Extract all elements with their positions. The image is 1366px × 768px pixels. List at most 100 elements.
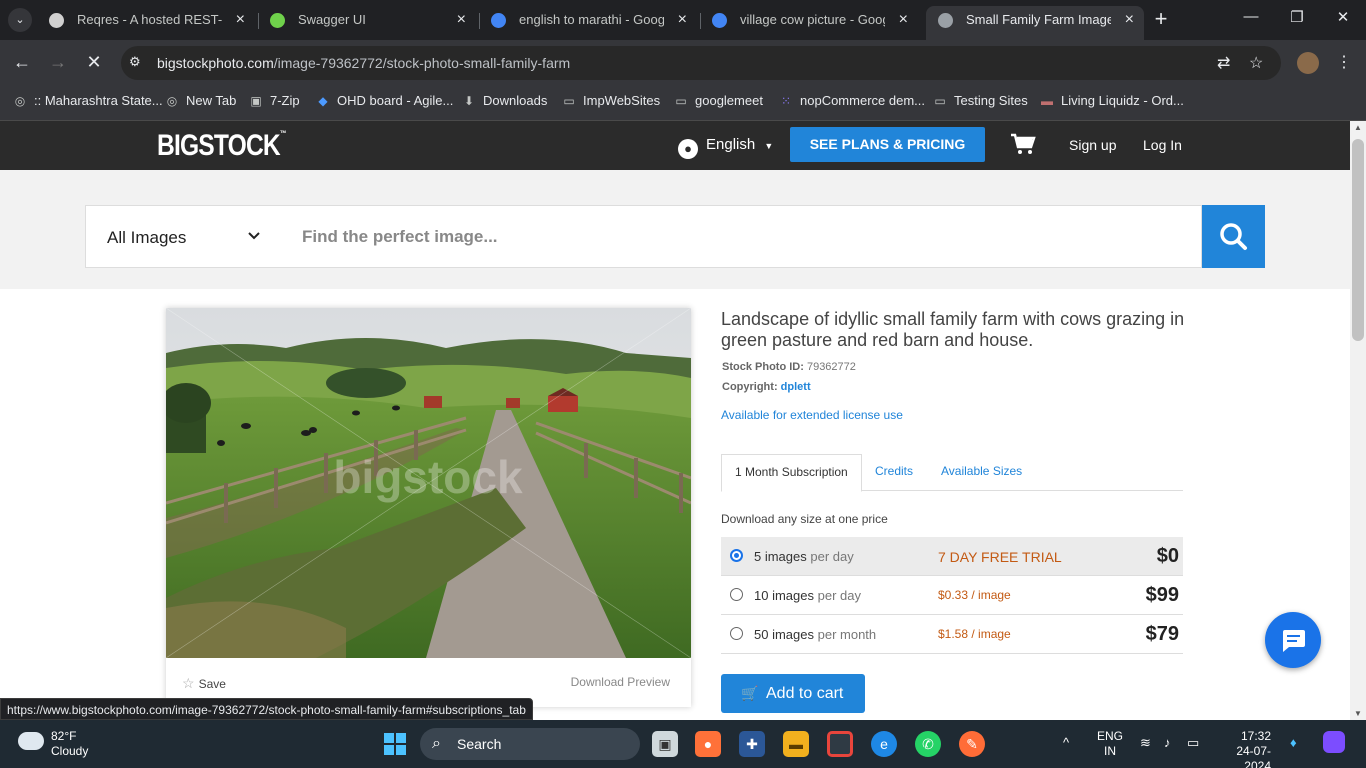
plan-option-10-per-day[interactable]: 10 images per day $0.33 / image $99: [721, 576, 1183, 615]
url-text[interactable]: bigstockphoto.com/image-79362772/stock-p…: [157, 55, 570, 71]
battery-icon[interactable]: ▭: [1187, 735, 1199, 751]
wifi-icon[interactable]: ≋: [1140, 735, 1151, 751]
volume-icon[interactable]: ♪: [1164, 735, 1171, 750]
close-icon[interactable]: ×: [678, 6, 687, 34]
close-icon[interactable]: ×: [457, 6, 466, 34]
tab-credits[interactable]: Credits: [862, 454, 926, 491]
weather-widget[interactable]: 82°F Cloudy: [51, 729, 88, 759]
plan-radio[interactable]: [730, 549, 743, 562]
bookmarks-bar: ◎:: Maharashtra State... ◎ New Tab ▣ 7-Zip…: [0, 86, 1366, 121]
more-menu-icon[interactable]: ⋮: [1336, 52, 1352, 72]
plan-radio[interactable]: [730, 627, 743, 640]
sign-up-link[interactable]: Sign up: [1069, 137, 1116, 153]
windows-start-icon[interactable]: [384, 733, 406, 755]
bookmark-item[interactable]: ◎:: Maharashtra State...: [12, 93, 163, 108]
bookmark-star-icon[interactable]: ☆: [1249, 53, 1263, 73]
show-hidden-icons[interactable]: ^: [1063, 735, 1069, 750]
site-info-icon[interactable]: ⚙: [129, 54, 141, 70]
tab-swagger[interactable]: Swagger UI ×: [258, 6, 476, 36]
input-language[interactable]: ENG IN: [1097, 729, 1123, 759]
bookmark-item[interactable]: ▭ ImpWebSites: [561, 93, 660, 108]
browser-toolbar: ← → ✕ ⚙ bigstockphoto.com/image-79362772…: [0, 40, 1366, 86]
app-plus-icon[interactable]: ✚: [739, 731, 765, 757]
extended-license-link[interactable]: Available for extended license use: [721, 408, 903, 422]
tab-google-marathi[interactable]: english to marathi - Google ×: [479, 6, 697, 36]
image-type-dropdown[interactable]: All Images: [85, 205, 282, 268]
language-selector[interactable]: ● English ▼: [678, 136, 773, 159]
swagger-favicon-icon: [270, 13, 285, 28]
bookmark-label: OHD board - Agile...: [337, 93, 454, 108]
plan-radio[interactable]: [730, 588, 743, 601]
bookmark-item[interactable]: ◎ New Tab: [164, 93, 237, 108]
system-clock[interactable]: 17:32 24-07-2024: [1219, 729, 1271, 768]
file-explorer-icon[interactable]: ▬: [783, 731, 809, 757]
chrome-icon[interactable]: [827, 731, 853, 757]
stock-photo-farm[interactable]: bigstock: [166, 308, 691, 658]
link-status-bubble: https://www.bigstockphoto.com/image-7936…: [0, 698, 533, 720]
folder-icon: ▭: [675, 94, 687, 108]
taskbar-search[interactable]: ⌕ Search: [420, 728, 640, 760]
any-size-note: Download any size at one price: [721, 512, 888, 526]
address-bar[interactable]: ⚙ bigstockphoto.com/image-79362772/stock…: [121, 46, 1281, 80]
tab-reqres[interactable]: Reqres - A hosted REST-API ×: [37, 6, 255, 36]
cloud-icon[interactable]: [18, 732, 44, 750]
add-to-cart-button[interactable]: 🛒 Add to cart: [721, 674, 865, 713]
plan-option-5-per-day[interactable]: 5 images per day 7 DAY FREE TRIAL $0: [721, 537, 1183, 576]
chat-button[interactable]: [1265, 612, 1321, 668]
save-button[interactable]: ☆ Save: [182, 675, 226, 692]
tab-search-icon[interactable]: ⌄: [8, 8, 32, 32]
search-icon: [1220, 223, 1247, 250]
plan-rate: $1.58 / image: [938, 627, 1011, 641]
cart-icon[interactable]: [1010, 133, 1036, 161]
bigstock-logo[interactable]: BIGSTOCK™: [157, 129, 286, 163]
plan-option-50-per-month[interactable]: 50 images per month $1.58 / image $79: [721, 615, 1183, 654]
tab-available-sizes[interactable]: Available Sizes: [928, 454, 1035, 491]
bookmark-item[interactable]: ▭ googlemeet: [673, 93, 763, 108]
new-tab-icon[interactable]: +: [1150, 6, 1172, 32]
tab-title: Small Family Farm Image & Ph: [966, 12, 1111, 27]
scroll-down-icon[interactable]: ▼: [1354, 709, 1362, 718]
page-scrollbar[interactable]: ▲ ▼: [1350, 121, 1366, 720]
bookmark-item[interactable]: ▬ Living Liquidz - Ord...: [1039, 93, 1184, 108]
profile-avatar[interactable]: [1297, 52, 1319, 74]
stop-loading-icon[interactable]: ✕: [82, 52, 106, 73]
search-icon: ⌕: [432, 735, 441, 752]
bookmark-item[interactable]: ▣ 7-Zip: [248, 93, 299, 108]
postman-icon[interactable]: ✎: [959, 731, 985, 757]
minimize-icon[interactable]: —: [1241, 8, 1261, 25]
back-icon[interactable]: ←: [10, 52, 34, 73]
copilot-icon[interactable]: [1323, 731, 1345, 753]
scrollbar-thumb[interactable]: [1352, 139, 1364, 341]
pricing-tabs: 1 Month Subscription Credits Available S…: [721, 454, 1183, 492]
bookmark-item[interactable]: ⬇ Downloads: [461, 93, 547, 108]
close-icon[interactable]: ×: [1125, 6, 1134, 34]
see-plans-button[interactable]: SEE PLANS & PRICING: [790, 127, 985, 162]
translate-icon[interactable]: ⇄: [1217, 53, 1230, 73]
scroll-up-icon[interactable]: ▲: [1354, 123, 1362, 132]
copyright-link[interactable]: dplett: [781, 381, 811, 393]
restore-icon[interactable]: ❐: [1287, 8, 1307, 26]
bookmark-item[interactable]: ⁙ nopCommerce dem...: [778, 93, 925, 108]
windows-taskbar: 82°F Cloudy ⌕ Search ▣ ● ✚ ▬ e ✆ ✎ ^ ENG IN…: [0, 720, 1366, 768]
plan-period: per day: [810, 549, 854, 564]
close-window-icon[interactable]: ✕: [1333, 8, 1353, 26]
save-label: Save: [198, 677, 226, 691]
edge-icon[interactable]: e: [871, 731, 897, 757]
firefox-icon[interactable]: ●: [695, 731, 721, 757]
bookmark-item[interactable]: ◆ OHD board - Agile...: [315, 93, 453, 108]
search-input[interactable]: [281, 205, 1202, 268]
whatsapp-icon[interactable]: ✆: [915, 731, 941, 757]
close-icon[interactable]: ×: [899, 6, 908, 34]
tab-bigstock-active[interactable]: Small Family Farm Image & Ph ×: [926, 6, 1144, 40]
search-button[interactable]: [1202, 205, 1265, 268]
tab-google-cow[interactable]: village cow picture - Google ×: [700, 6, 918, 36]
bookmark-item[interactable]: ▭ Testing Sites: [932, 93, 1027, 108]
log-in-link[interactable]: Log In: [1143, 137, 1182, 153]
task-view-icon[interactable]: ▣: [652, 731, 678, 757]
tab-1-month-subscription[interactable]: 1 Month Subscription: [721, 454, 862, 492]
forward-icon[interactable]: →: [46, 52, 70, 73]
notification-bell-icon[interactable]: ♦: [1290, 735, 1297, 750]
close-icon[interactable]: ×: [236, 6, 245, 34]
clock-time: 17:32: [1240, 729, 1271, 743]
download-preview-link[interactable]: Download Preview: [571, 675, 670, 689]
